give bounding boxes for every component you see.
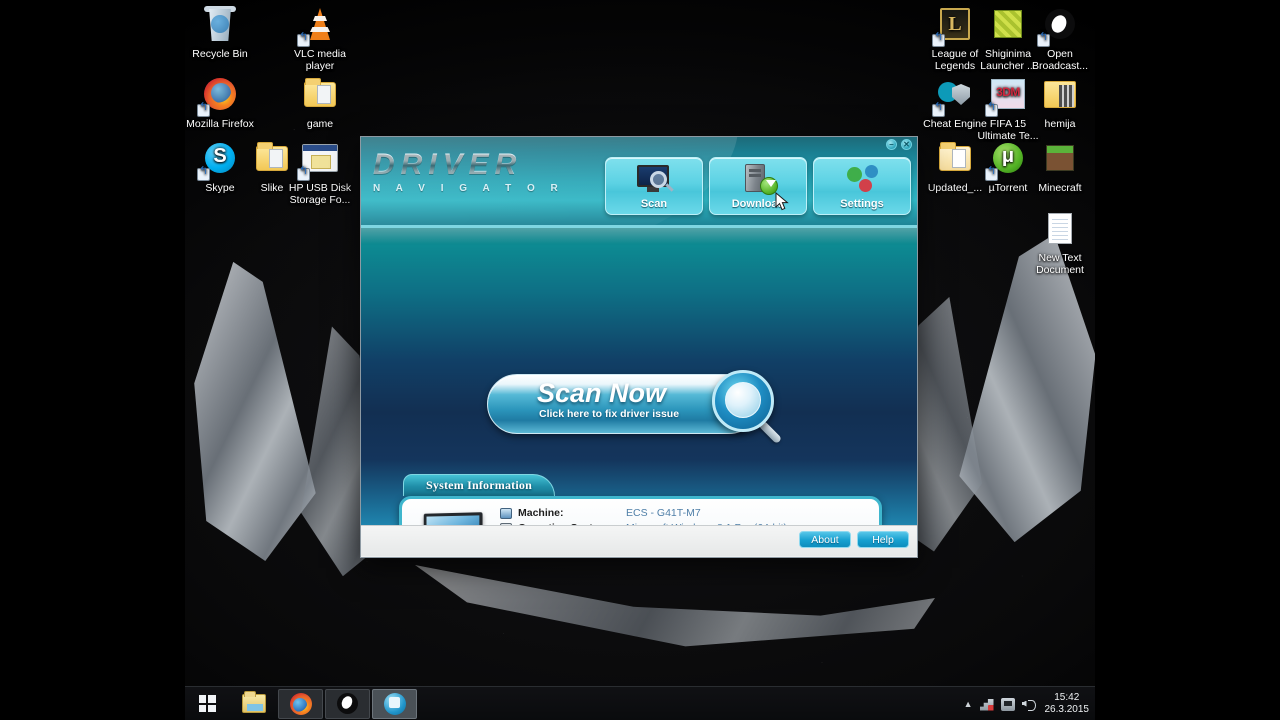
sysinfo-label: Machine: bbox=[518, 507, 564, 519]
clock[interactable]: 15:42 26.3.2015 bbox=[1042, 692, 1090, 716]
desktop-icon-recycle-bin[interactable]: Recycle Bin bbox=[185, 6, 255, 61]
hp-usb-disk-icon bbox=[297, 140, 342, 181]
obs-icon bbox=[337, 693, 358, 714]
system-information-tab-label: System Information bbox=[426, 478, 532, 492]
folder-open-icon bbox=[933, 140, 977, 180]
settings-gears-icon bbox=[814, 163, 910, 193]
taskbar-item-firefox[interactable] bbox=[278, 688, 323, 719]
folder-books-icon bbox=[1038, 76, 1082, 116]
screen-root: Recycle Bin VLC media player Mozilla Fir… bbox=[0, 0, 1280, 720]
desktop-icon-hemija[interactable]: hemija bbox=[1025, 76, 1095, 131]
system-tray: ▲ 15:42 26.3.2015 bbox=[964, 687, 1089, 720]
nav-button-download[interactable]: Download bbox=[709, 157, 807, 215]
desktop-icon-label: HP USB Disk Storage Fo... bbox=[288, 182, 352, 206]
nav-button-settings[interactable]: Settings bbox=[813, 157, 911, 215]
download-tower-arrow-icon bbox=[710, 163, 806, 195]
desktop-icon-new-text-document[interactable]: New Text Document bbox=[1025, 210, 1095, 276]
shiginima-cube-icon bbox=[986, 6, 1030, 46]
text-document-icon bbox=[1038, 210, 1082, 250]
vlc-cone-icon bbox=[297, 6, 342, 47]
scan-now-title: Scan Now bbox=[537, 378, 667, 408]
scan-now-subtitle: Click here to fix driver issue bbox=[539, 408, 680, 420]
cheat-engine-icon bbox=[932, 76, 977, 117]
nav-button-label: Scan bbox=[640, 198, 668, 210]
taskbar-item-driver-navigator[interactable] bbox=[372, 688, 417, 719]
sysinfo-value: ECS - G41T-M7 bbox=[626, 507, 701, 519]
desktop-icon-label: Mozilla Firefox bbox=[186, 118, 254, 130]
about-button[interactable]: About bbox=[799, 531, 851, 548]
desktop-icon-minecraft[interactable]: Minecraft bbox=[1025, 140, 1095, 195]
obs-icon bbox=[1037, 6, 1082, 47]
app-header: DRIVER N A V I G A T O R – ✕ Scan Downlo… bbox=[361, 137, 917, 225]
volume-icon[interactable] bbox=[1022, 698, 1036, 711]
desktop-icon-label: game bbox=[306, 118, 334, 130]
system-information-tab[interactable]: System Information bbox=[403, 474, 555, 496]
close-button[interactable]: ✕ bbox=[901, 139, 912, 150]
file-explorer-icon bbox=[241, 691, 266, 713]
desktop-icon-label: Minecraft bbox=[1038, 182, 1082, 194]
desktop-icon-label: VLC media player bbox=[294, 48, 346, 72]
logo-primary-text: DRIVER bbox=[373, 148, 564, 182]
desktop-icon-label: Open Broadcast... bbox=[1031, 48, 1089, 72]
desktop-icon-hp-usb-disk-storage[interactable]: HP USB Disk Storage Fo... bbox=[285, 140, 355, 206]
app-logo: DRIVER N A V I G A T O R bbox=[373, 148, 564, 194]
windows-logo-icon bbox=[198, 695, 216, 712]
folder-icon bbox=[298, 76, 342, 116]
desktop-icon-label: Recycle Bin bbox=[192, 48, 248, 60]
firefox-icon bbox=[289, 692, 312, 715]
minecraft-grass-icon bbox=[1038, 140, 1082, 180]
taskbar-item-obs[interactable] bbox=[325, 688, 370, 719]
computer-monitor-illustration bbox=[408, 505, 494, 525]
clock-time: 15:42 bbox=[1054, 692, 1080, 703]
desktop-icon-open-broadcaster[interactable]: Open Broadcast... bbox=[1025, 6, 1095, 72]
magnifier-icon bbox=[712, 370, 786, 445]
desktop-icon-label: hemija bbox=[1044, 118, 1076, 130]
taskbar[interactable]: ▲ 15:42 26.3.2015 bbox=[185, 686, 1095, 720]
scan-monitor-magnifier-icon bbox=[606, 163, 702, 193]
skype-icon bbox=[197, 140, 242, 181]
driver-navigator-icon bbox=[383, 692, 406, 715]
utorrent-icon bbox=[985, 140, 1030, 181]
taskbar-item-file-explorer[interactable] bbox=[231, 689, 276, 719]
footer-button-group: About Help bbox=[799, 531, 909, 548]
driver-navigator-window[interactable]: DRIVER N A V I G A T O R – ✕ Scan Downlo… bbox=[360, 136, 918, 558]
help-button[interactable]: Help bbox=[857, 531, 909, 548]
nav-button-label: Download bbox=[731, 198, 785, 210]
fifa-3dm-icon bbox=[985, 76, 1030, 117]
desktop-icon-mozilla-firefox[interactable]: Mozilla Firefox bbox=[185, 76, 255, 131]
machine-icon bbox=[500, 507, 512, 519]
recycle-bin-icon bbox=[198, 6, 242, 46]
show-hidden-icons-icon[interactable]: ▲ bbox=[964, 699, 973, 709]
firefox-icon bbox=[197, 76, 242, 117]
desktop-icon-label: New Text Document bbox=[1036, 252, 1084, 276]
clock-date: 26.3.2015 bbox=[1044, 704, 1090, 715]
desktop-icon-vlc-media-player[interactable]: VLC media player bbox=[285, 6, 355, 72]
network-error-icon[interactable] bbox=[979, 699, 994, 711]
nav-button-label: Settings bbox=[840, 198, 884, 210]
sysinfo-row-machine: Machine: ECS - G41T-M7 bbox=[500, 506, 879, 521]
system-information-panel: Machine: ECS - G41T-M7 Operation System:… bbox=[399, 496, 882, 525]
window-controls: – ✕ bbox=[886, 139, 912, 150]
desktop-icon-game[interactable]: game bbox=[285, 76, 355, 131]
app-footer: About Help bbox=[361, 525, 917, 556]
display-icon[interactable] bbox=[1000, 697, 1015, 711]
wallpaper-blade-bottom bbox=[415, 545, 935, 675]
minimize-button[interactable]: – bbox=[886, 139, 897, 150]
system-information-rows: Machine: ECS - G41T-M7 Operation System:… bbox=[494, 506, 879, 525]
logo-secondary-text: N A V I G A T O R bbox=[373, 183, 565, 194]
scan-now-button[interactable]: Scan Now Click here to fix driver issue bbox=[487, 370, 797, 445]
app-body: Scan Now Click here to fix driver issue … bbox=[361, 225, 917, 525]
nav-button-group: Scan Download Settings bbox=[605, 157, 911, 215]
league-of-legends-icon bbox=[932, 6, 977, 47]
start-button[interactable] bbox=[185, 687, 229, 720]
nav-button-scan[interactable]: Scan bbox=[605, 157, 703, 215]
